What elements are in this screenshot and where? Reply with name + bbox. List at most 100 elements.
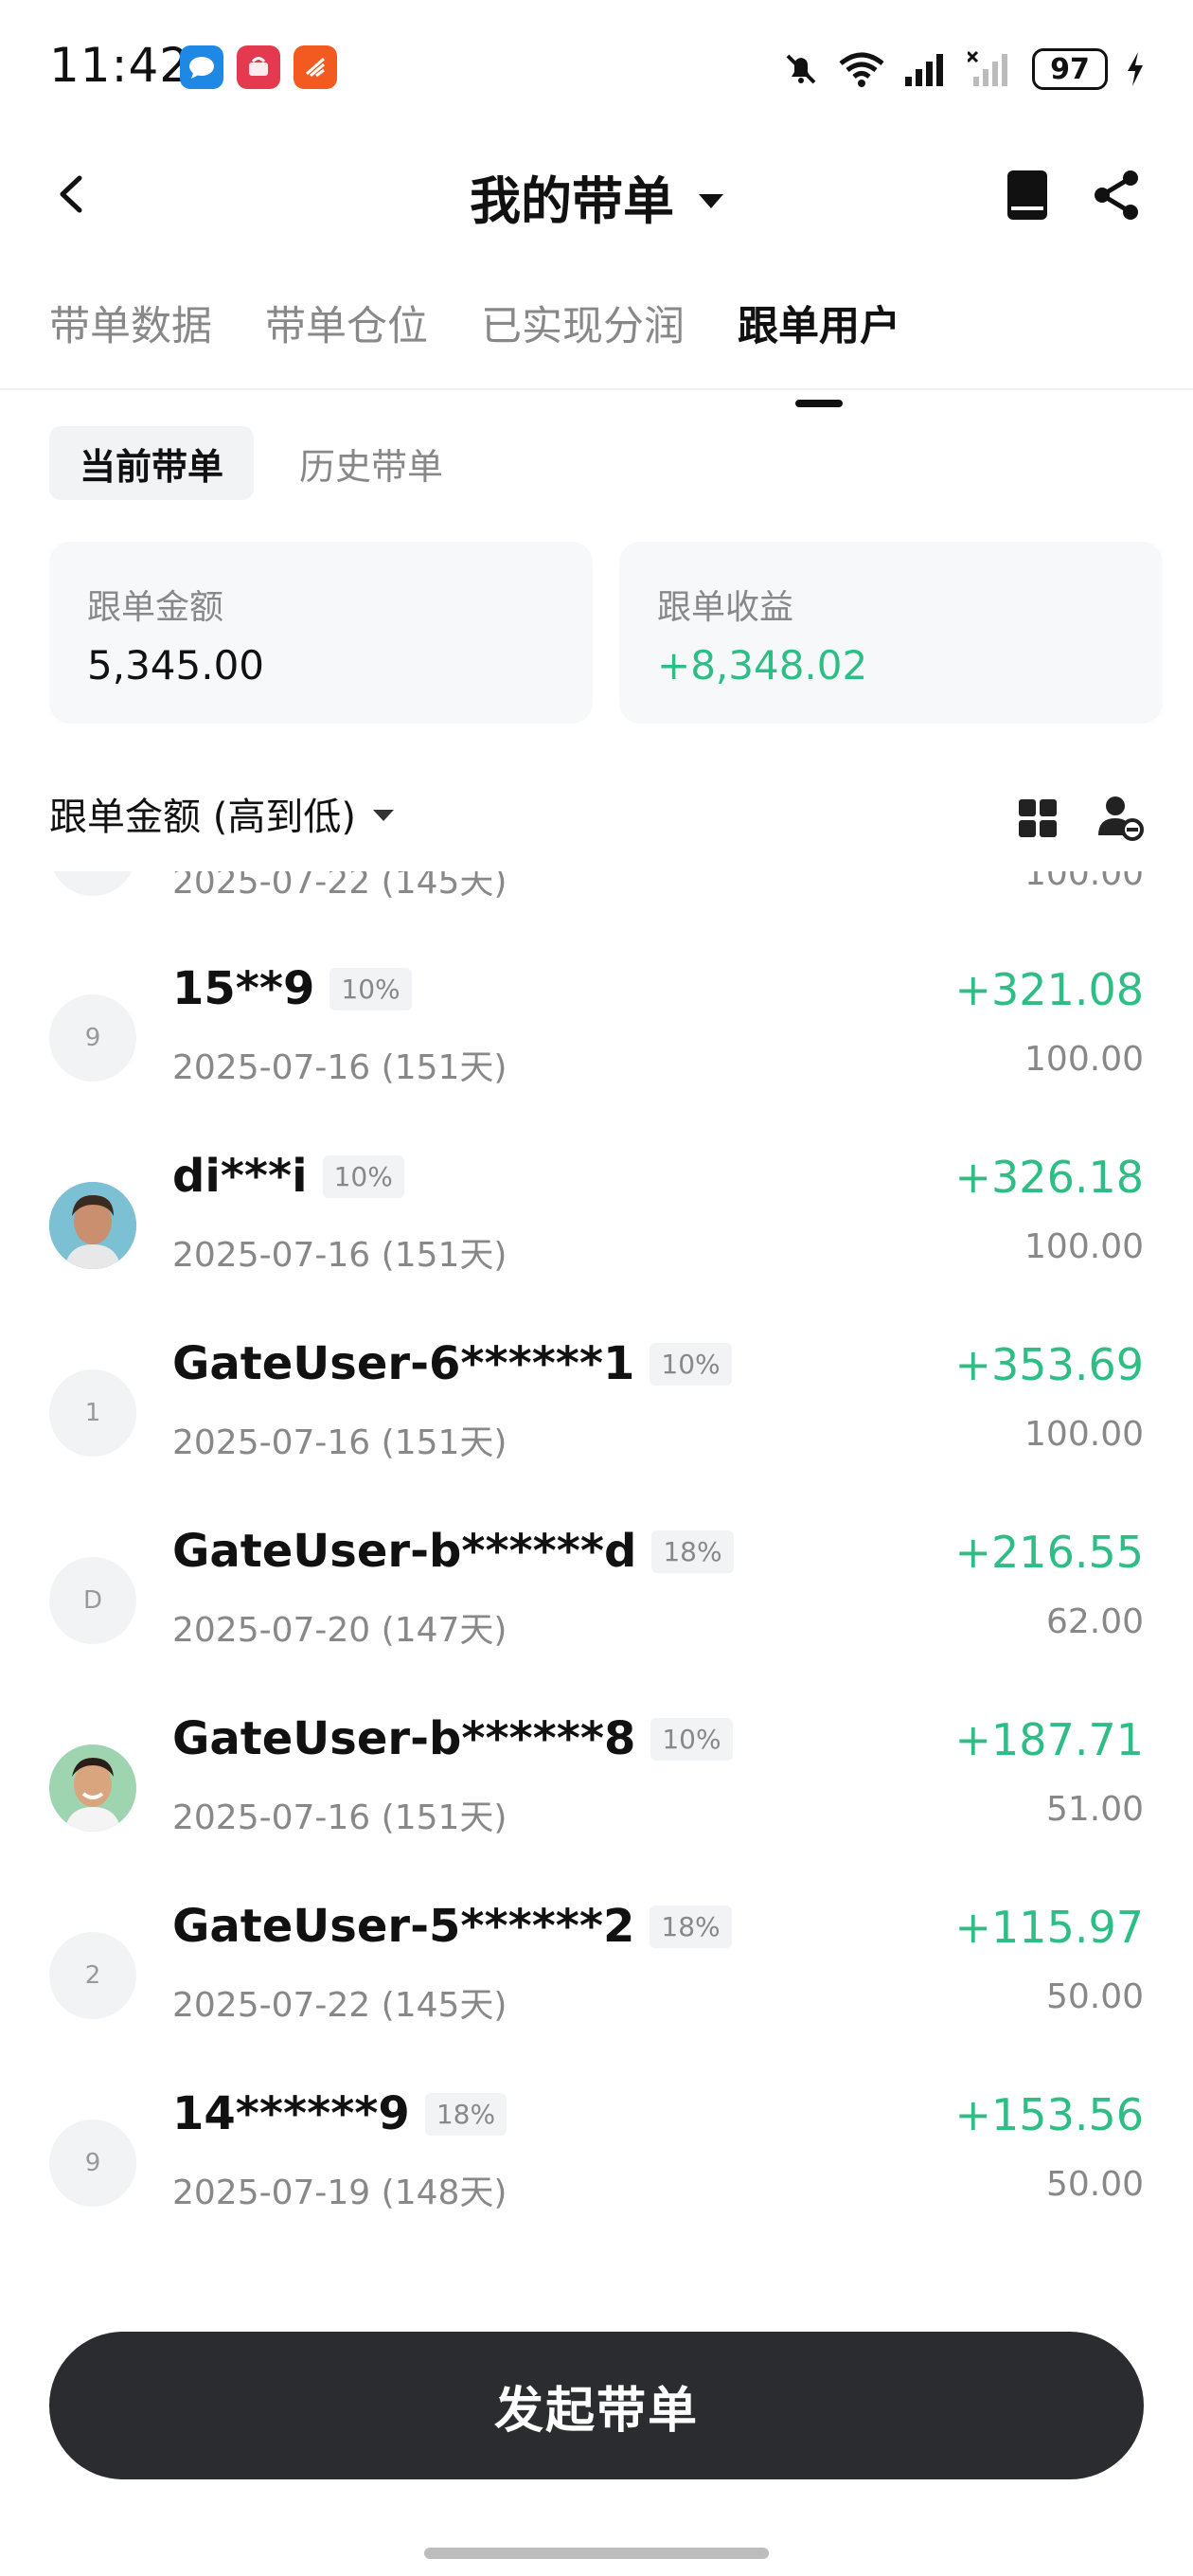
follower-profit: +187.71 — [954, 1714, 1145, 1765]
share-ratio-badge: 18% — [424, 2092, 507, 2136]
avatar — [49, 871, 136, 896]
username: GateUser-b******d 18% — [172, 1525, 734, 1578]
copy-profit-label: 跟单收益 — [657, 588, 794, 627]
username: di***i 10% — [172, 1150, 404, 1203]
summary-cards: 跟单金额 5,345.00 跟单收益 +8,348.02 — [49, 542, 1163, 724]
signal-off-icon — [968, 50, 1007, 86]
active-tab-indicator — [795, 400, 843, 407]
follow-amount: 100.00 — [1024, 1040, 1144, 1079]
avatar: 2 — [49, 1932, 136, 2019]
username-text: 15**9 — [172, 962, 315, 1015]
sort-row: 跟单金额 (高到低) — [49, 786, 1144, 852]
page-title: 我的带单 — [470, 171, 674, 231]
username-text: GateUser-b******d — [172, 1525, 637, 1578]
username: GateUser-6******1 10% — [172, 1337, 732, 1390]
follow-date: 2025-07-22 (145天) — [172, 1986, 507, 2025]
username: GateUser-b******8 10% — [172, 1712, 733, 1765]
username-text: GateUser-5******2 — [172, 1900, 635, 1953]
status-time: 11:42 — [49, 38, 191, 93]
share-ratio-badge: 10% — [650, 1717, 733, 1761]
follower-profit: +353.69 — [954, 1339, 1145, 1390]
follow-amount: 51.00 — [1045, 1790, 1144, 1829]
battery-indicator: 97 — [1032, 48, 1108, 90]
status-indicators: 97 — [782, 45, 1146, 93]
share-ratio-badge: 18% — [651, 1530, 734, 1573]
share-ratio-badge: 10% — [322, 1154, 404, 1198]
follow-date: 2025-07-16 (151天) — [172, 1236, 507, 1275]
follower-profit: +115.97 — [954, 1902, 1145, 1953]
follow-amount: 50.00 — [1045, 2165, 1144, 2204]
remove-user-icon[interactable] — [1096, 794, 1144, 841]
avatar: 9 — [49, 2120, 136, 2207]
gate-app-icon — [294, 45, 337, 89]
follow-amount: 62.00 — [1045, 1602, 1144, 1641]
share-icon[interactable] — [1091, 169, 1144, 222]
charging-icon — [1128, 52, 1143, 86]
mute-bell-icon — [786, 54, 816, 84]
copy-amount-label: 跟单金额 — [87, 588, 224, 627]
follower-profit: +326.18 — [954, 1152, 1145, 1203]
follow-date: 2025-07-16 (151天) — [172, 1798, 507, 1837]
avatar-photo — [49, 1182, 136, 1269]
tab-followers[interactable]: 跟单用户 — [738, 294, 900, 407]
list-item[interactable]: 2 GateUser-5******2 18% 2025-07-22 (145天)… — [0, 1885, 1193, 2072]
copy-profit-card: 跟单收益 +8,348.02 — [619, 542, 1163, 724]
follower-profit: +321.08 — [954, 964, 1145, 1015]
list-item[interactable]: 9 14******9 18% 2025-07-19 (148天) +153.56… — [0, 2072, 1193, 2260]
tab-positions[interactable]: 带单仓位 — [265, 294, 428, 352]
avatar: D — [49, 1557, 136, 1644]
follow-date: 2025-07-19 (148天) — [172, 2174, 507, 2212]
main-tabs: 带单数据 带单仓位 已实现分润 跟单用户 — [49, 294, 900, 407]
username: 14******9 18% — [172, 2087, 507, 2140]
avatar: 1 — [49, 1369, 136, 1457]
divider — [0, 388, 1193, 390]
subtab-history[interactable]: 历史带单 — [269, 426, 473, 500]
messages-app-icon — [180, 45, 223, 89]
follower-profit: +216.55 — [954, 1527, 1145, 1578]
list-item[interactable]: GateUser-b******8 10% 2025-07-16 (151天) +… — [0, 1697, 1193, 1885]
caret-down-icon — [372, 810, 394, 821]
list-item[interactable]: D GateUser-b******d 18% 2025-07-20 (147天)… — [0, 1510, 1193, 1697]
sort-label: 跟单金额 (高到低) — [49, 796, 356, 839]
start-copy-trading-button[interactable]: 发起带单 — [49, 2332, 1144, 2479]
share-ratio-badge: 10% — [329, 967, 412, 1011]
follow-date: 2025-07-22 (145天) — [172, 871, 507, 902]
follow-date: 2025-07-16 (151天) — [172, 1423, 507, 1462]
list-item[interactable]: 2025-07-22 (145天) 100.00 — [0, 871, 1193, 947]
follow-amount: 100.00 — [1024, 1415, 1144, 1454]
wifi-icon — [839, 52, 884, 87]
copy-profit-value: +8,348.02 — [657, 642, 868, 689]
list-item[interactable]: 1 GateUser-6******1 10% 2025-07-16 (151天)… — [0, 1322, 1193, 1510]
follower-profit: +153.56 — [954, 2089, 1145, 2140]
username-text: di***i — [172, 1150, 308, 1203]
app-gallery-icon — [237, 45, 280, 89]
tab-copy-data[interactable]: 带单数据 — [49, 294, 212, 352]
username-text: GateUser-6******1 — [172, 1337, 635, 1390]
list-item[interactable]: di***i 10% 2025-07-16 (151天) +326.18 100.… — [0, 1135, 1193, 1322]
username: 15**9 10% — [172, 962, 412, 1015]
username: GateUser-5******2 18% — [172, 1900, 732, 1953]
follow-amount: 50.00 — [1045, 1977, 1144, 2016]
share-ratio-badge: 10% — [650, 1342, 732, 1386]
follower-list: 2025-07-22 (145天) 100.00 9 15**9 10% 2025… — [0, 871, 1193, 2320]
tab-followers-label: 跟单用户 — [738, 303, 900, 350]
subtab-current[interactable]: 当前带单 — [49, 426, 255, 500]
username-text: 14******9 — [172, 2087, 410, 2140]
tab-realized-profit-share[interactable]: 已实现分润 — [481, 294, 685, 352]
avatar-photo — [49, 1744, 136, 1832]
avatar: 9 — [49, 994, 136, 1082]
follow-amount: 100.00 — [1024, 1227, 1144, 1266]
share-ratio-badge: 18% — [650, 1905, 732, 1948]
app-header: 我的带单 — [0, 142, 1193, 246]
sort-dropdown[interactable]: 跟单金额 (高到低) — [49, 786, 1144, 841]
follow-date: 2025-07-20 (147天) — [172, 1611, 507, 1650]
home-indicator[interactable] — [424, 2548, 769, 2559]
copy-amount-card: 跟单金额 5,345.00 — [49, 542, 593, 724]
caret-down-icon — [699, 193, 723, 208]
list-item[interactable]: 9 15**9 10% 2025-07-16 (151天) +321.08 100… — [0, 947, 1193, 1135]
follow-amount: 100.00 — [1024, 871, 1144, 893]
grid-view-icon[interactable] — [1017, 797, 1059, 839]
status-bar: 11:42 97 — [0, 0, 1193, 142]
signal-icon — [905, 54, 943, 86]
book-icon[interactable] — [1004, 169, 1051, 222]
